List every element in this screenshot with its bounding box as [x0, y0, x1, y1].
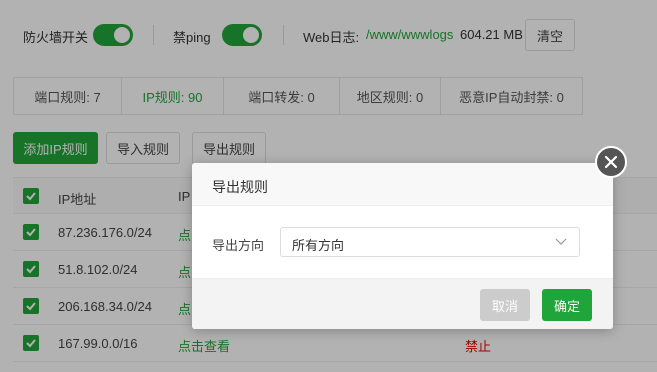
- export-direction-select[interactable]: 所有方向: [280, 227, 580, 257]
- dialog-footer: 取消 确定: [192, 278, 613, 329]
- close-icon: [604, 155, 618, 169]
- cancel-button[interactable]: 取消: [480, 289, 530, 321]
- chevron-down-icon: [555, 238, 567, 245]
- dialog-title: 导出规则: [212, 179, 268, 195]
- dialog-header: 导出规则: [192, 163, 613, 206]
- close-dialog-button[interactable]: [595, 146, 627, 178]
- export-rules-dialog: 导出规则 导出方向 所有方向 取消 确定: [192, 163, 613, 329]
- export-direction-label: 导出方向: [212, 238, 265, 253]
- select-value: 所有方向: [292, 238, 345, 253]
- confirm-button[interactable]: 确定: [542, 289, 592, 321]
